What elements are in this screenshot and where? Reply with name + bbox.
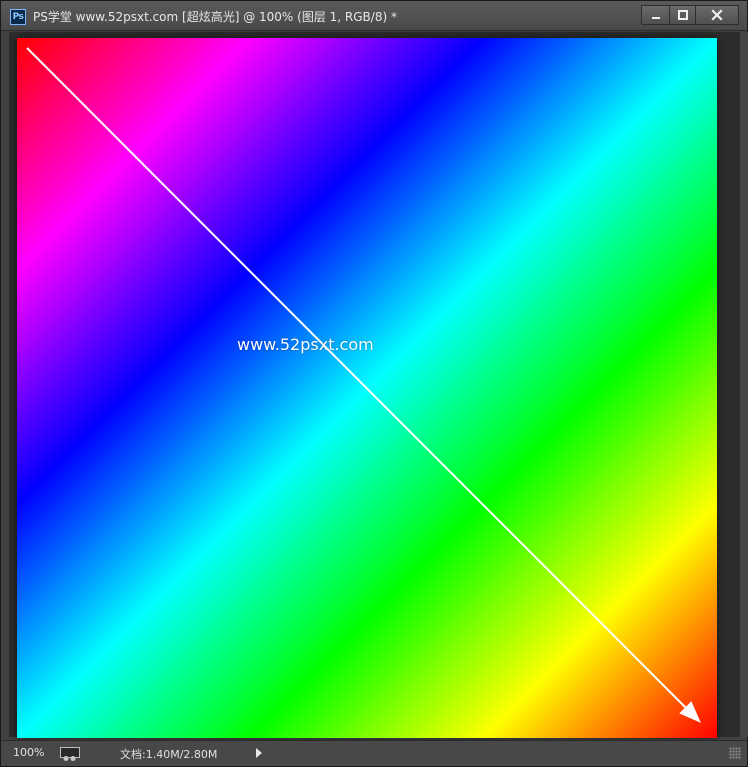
close-button[interactable] — [695, 5, 739, 25]
proof-glyph-icon — [63, 756, 76, 761]
close-icon — [711, 9, 723, 21]
image-canvas[interactable]: www.52psxt.com — [17, 38, 717, 738]
triangle-right-icon[interactable] — [256, 748, 262, 758]
maximize-button[interactable] — [669, 5, 695, 25]
minimize-icon — [651, 17, 660, 19]
window-title: PS学堂 www.52psxt.com [超炫高光] @ 100% (图层 1,… — [33, 10, 397, 24]
document-size-info: 文档:1.40M/2.80M — [120, 748, 218, 761]
window-controls — [641, 5, 739, 25]
title-bar[interactable]: Ps PS学堂 www.52psxt.com [超炫高光] @ 100% (图层… — [1, 1, 747, 31]
document-window: Ps PS学堂 www.52psxt.com [超炫高光] @ 100% (图层… — [0, 0, 748, 767]
status-bar: 100% 文档:1.40M/2.80M — [1, 740, 747, 766]
gradient-direction-arrow — [26, 47, 701, 723]
zoom-level[interactable]: 100% — [13, 746, 44, 759]
canvas-workspace: www.52psxt.com — [9, 32, 740, 738]
proof-icon[interactable] — [60, 747, 80, 761]
photoshop-app-icon: Ps — [10, 9, 26, 25]
maximize-icon — [677, 10, 688, 20]
resize-grip-icon[interactable] — [729, 747, 741, 759]
minimize-button[interactable] — [641, 5, 669, 25]
scroll-edge — [740, 32, 748, 737]
watermark-text: www.52psxt.com — [237, 335, 374, 354]
